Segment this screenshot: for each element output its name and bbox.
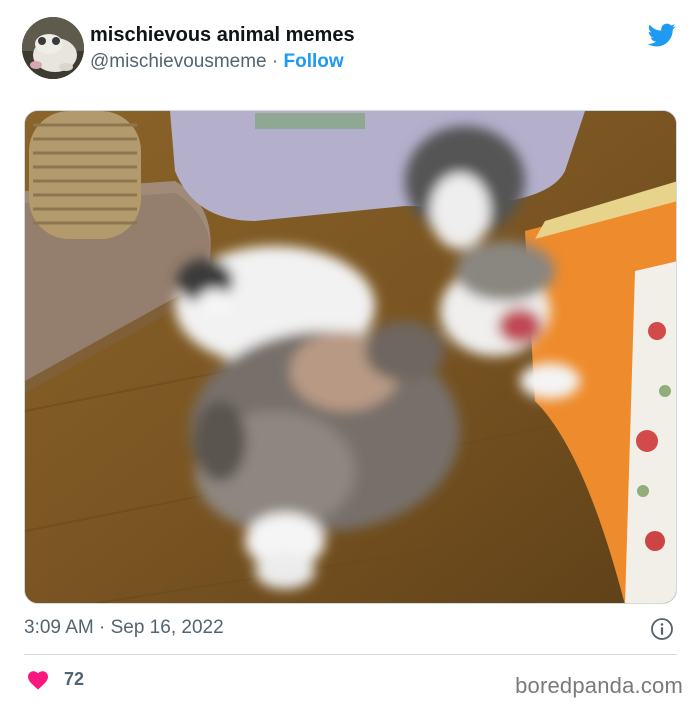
kittens-photo [25, 111, 676, 603]
author-display-name[interactable]: mischievous animal memes [90, 24, 355, 47]
info-icon[interactable] [650, 617, 674, 641]
twitter-bird-icon[interactable] [646, 21, 678, 49]
like-button[interactable]: 72 [26, 668, 106, 692]
frog-avatar-icon [22, 17, 84, 79]
action-divider [24, 654, 677, 655]
tweet-photo[interactable] [24, 110, 677, 604]
source-watermark: boredpanda.com [515, 673, 683, 698]
like-count: 72 [64, 669, 85, 689]
tweet-header: mischievous animal memes @mischievousmem… [22, 17, 682, 79]
follow-button[interactable]: Follow [284, 51, 344, 72]
tweet-card: mischievous animal memes @mischievousmem… [0, 0, 700, 707]
author-avatar[interactable] [22, 17, 84, 79]
heart-icon [28, 671, 48, 690]
tweet-timestamp[interactable]: 3:09 AM · Sep 16, 2022 [24, 617, 224, 639]
handle-separator: · [266, 51, 284, 72]
author-handle-line: @mischievousmeme · Follow [90, 51, 344, 73]
author-handle[interactable]: @mischievousmeme [90, 51, 267, 72]
